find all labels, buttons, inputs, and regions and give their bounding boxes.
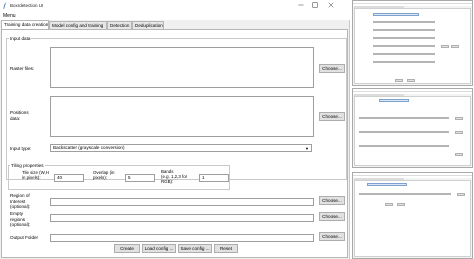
close-icon[interactable]: [328, 2, 334, 8]
raster-files-textbox[interactable]: [50, 47, 314, 88]
empty-regions-label: Empty regions (optional):: [10, 211, 31, 227]
roi-choose-button[interactable]: Choose...: [319, 196, 345, 205]
output-folder-label: Output Folder: [10, 235, 39, 240]
feather-app-icon: [3, 2, 7, 9]
thumbnail-field: [373, 37, 435, 39]
thumbnail-field: [373, 21, 435, 23]
thumbnail-button: [395, 79, 403, 82]
thumbnail-button: [407, 79, 415, 82]
raster-choose-button[interactable]: Choose...: [319, 64, 345, 73]
reset-button[interactable]: Reset: [214, 244, 238, 253]
input-type-select[interactable]: Backscatter (grayscale conversion) ▼: [50, 144, 312, 152]
thumbnail-selection: [373, 13, 419, 16]
thumbnail-selection: [367, 183, 407, 186]
positions-data-label: Positions data:: [10, 110, 29, 121]
save-config-button[interactable]: Save config ...: [178, 244, 212, 253]
tab-model-config-and-training[interactable]: Model config and training: [49, 21, 107, 29]
region-of-interest-label: Region of Interest (optional):: [10, 193, 31, 209]
bands-label: Bands (e.g. 1,2,3 for RGB):: [161, 169, 188, 184]
input-type-value: Backscatter (grayscale conversion): [53, 145, 125, 150]
bands-input[interactable]: 1: [199, 174, 229, 182]
input-data-group-label: Input data: [9, 36, 32, 41]
title-bar: Boxrdetection UI: [0, 0, 350, 11]
tile-size-input[interactable]: 40: [54, 174, 84, 182]
tiling-properties-group: Tiling properties Tile size (W,H in pixe…: [8, 163, 230, 190]
load-config-button[interactable]: Load config ...: [142, 244, 176, 253]
thumbnail-button: [455, 131, 463, 134]
menu-bar: Menu: [0, 11, 350, 20]
thumbnail-button: [385, 203, 393, 206]
thumbnail-button: [457, 193, 465, 196]
thumbnail-field: [359, 117, 449, 119]
output-folder-choose-button[interactable]: Choose...: [319, 232, 345, 241]
chevron-down-icon: ▼: [305, 146, 309, 151]
thumbnail-window-3: [352, 172, 473, 259]
thumbnail-field: [373, 61, 435, 63]
thumbnail-field: [359, 145, 449, 147]
thumbnail-field: [373, 29, 435, 31]
create-button[interactable]: Create: [114, 244, 140, 253]
main-window: Boxrdetection UI Menu Training data crea…: [0, 0, 350, 259]
thumbnail-button: [441, 45, 449, 48]
thumbnail-field: [373, 53, 435, 55]
minimize-icon[interactable]: [298, 2, 304, 8]
thumbnail-field: [359, 131, 449, 133]
thumbnail-window-2: [352, 88, 473, 168]
window-title: Boxrdetection UI: [10, 3, 44, 8]
thumbnail-window-1: [352, 0, 473, 86]
tab-panel: Input data Raster files: Choose... Posit…: [1, 29, 348, 258]
thumbnail-button: [397, 203, 405, 206]
maximize-icon[interactable]: [312, 2, 318, 8]
menu-item-menu[interactable]: Menu: [3, 13, 16, 19]
input-type-label: Input type:: [10, 146, 32, 151]
overlap-input[interactable]: 5: [125, 174, 155, 182]
tab-detection[interactable]: Detection: [107, 21, 132, 29]
empty-regions-choose-button[interactable]: Choose...: [319, 212, 345, 221]
positions-data-textbox[interactable]: [50, 96, 314, 137]
thumbnail-button: [455, 153, 463, 156]
overlap-label: Overlap (in pixels):: [93, 170, 115, 180]
thumbnail-button: [451, 45, 459, 48]
thumbnail-panel: [354, 96, 471, 166]
thumbnail-panel: [354, 180, 471, 257]
tiling-properties-label: Tiling properties: [10, 163, 45, 168]
tile-size-label: Tile size (W,H in pixels):: [22, 170, 49, 180]
thumbnail-field: [373, 45, 435, 47]
raster-files-label: Raster files:: [10, 66, 35, 71]
empty-regions-input[interactable]: [50, 214, 314, 222]
region-of-interest-input[interactable]: [50, 198, 314, 206]
output-folder-input[interactable]: [50, 234, 314, 242]
positions-choose-button[interactable]: Choose...: [319, 112, 345, 121]
thumbnail-selection: [379, 99, 409, 102]
thumbnail-button: [455, 117, 463, 120]
thumbnail-field: [359, 193, 451, 195]
tab-training-data-creation[interactable]: Training data creation: [1, 20, 49, 29]
tab-deduplication[interactable]: Deduplication: [132, 21, 164, 29]
thumbnail-panel: [354, 8, 471, 84]
